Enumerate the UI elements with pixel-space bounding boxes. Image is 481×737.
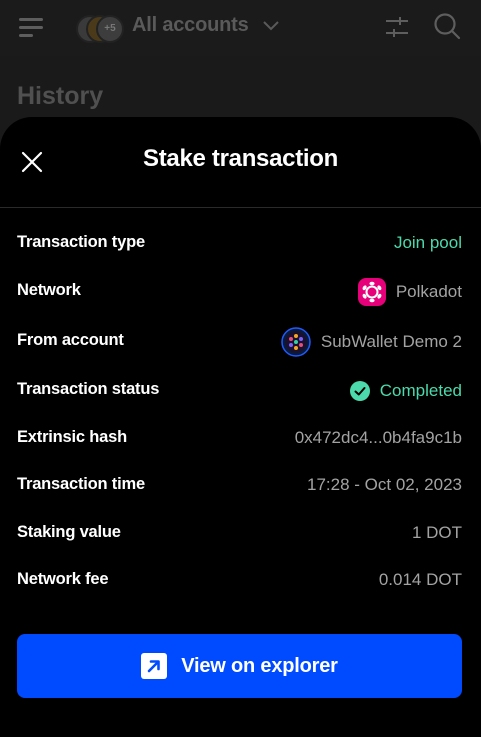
chevron-down-icon[interactable] bbox=[262, 20, 280, 32]
row-label: Staking value bbox=[17, 523, 121, 541]
view-on-explorer-button[interactable]: View on explorer bbox=[17, 634, 462, 698]
polkadot-icon bbox=[357, 278, 386, 306]
external-link-icon bbox=[141, 653, 168, 679]
transaction-type-value: Join pool bbox=[393, 233, 462, 252]
menu-icon[interactable] bbox=[19, 16, 43, 38]
account-count-badge: +5 bbox=[96, 15, 124, 43]
row-transaction-type: Transaction type Join pool bbox=[17, 231, 462, 255]
search-icon[interactable] bbox=[433, 12, 461, 40]
top-bar: +5 All accounts bbox=[0, 0, 481, 56]
extrinsic-hash-value[interactable]: 0x472dc4...0b4fa9c1b bbox=[295, 428, 462, 448]
row-label: Transaction type bbox=[17, 233, 145, 251]
row-from-account: From account SubWallet Demo 2 bbox=[17, 327, 462, 357]
modal-title: Stake transaction bbox=[143, 145, 338, 172]
divider bbox=[0, 207, 481, 208]
from-account-value: SubWallet Demo 2 bbox=[320, 332, 462, 351]
row-transaction-status: Transaction status Completed bbox=[17, 378, 462, 402]
row-transaction-time: Transaction time 17:28 - Oct 02, 2023 bbox=[17, 473, 462, 497]
staking-value: 1 DOT bbox=[411, 523, 462, 542]
row-label: Network fee bbox=[17, 570, 109, 588]
check-circle-icon bbox=[349, 381, 370, 401]
view-on-explorer-label: View on explorer bbox=[181, 654, 338, 677]
row-extrinsic-hash: Extrinsic hash 0x472dc4...0b4fa9c1b bbox=[17, 426, 462, 450]
transaction-time-value: 17:28 - Oct 02, 2023 bbox=[307, 475, 462, 494]
account-avatars[interactable]: +5 bbox=[76, 13, 124, 43]
row-network: Network Polkadot bbox=[17, 278, 462, 306]
row-label: Network bbox=[17, 281, 81, 299]
row-label: Transaction time bbox=[17, 475, 145, 493]
account-avatar-icon bbox=[281, 327, 311, 357]
row-label: Transaction status bbox=[17, 380, 160, 398]
stake-transaction-modal: Stake transaction Transaction type Join … bbox=[0, 117, 481, 737]
filter-icon[interactable] bbox=[384, 14, 410, 40]
network-value: Polkadot bbox=[395, 282, 462, 301]
row-label: From account bbox=[17, 331, 124, 349]
transaction-status-value: Completed bbox=[379, 381, 462, 400]
network-fee-value: 0.014 DOT bbox=[378, 570, 462, 589]
account-selector-label[interactable]: All accounts bbox=[132, 14, 249, 37]
row-staking-value: Staking value 1 DOT bbox=[17, 521, 462, 545]
row-network-fee: Network fee 0.014 DOT bbox=[17, 568, 462, 592]
row-label: Extrinsic hash bbox=[17, 428, 127, 446]
page-title: History bbox=[17, 82, 104, 110]
